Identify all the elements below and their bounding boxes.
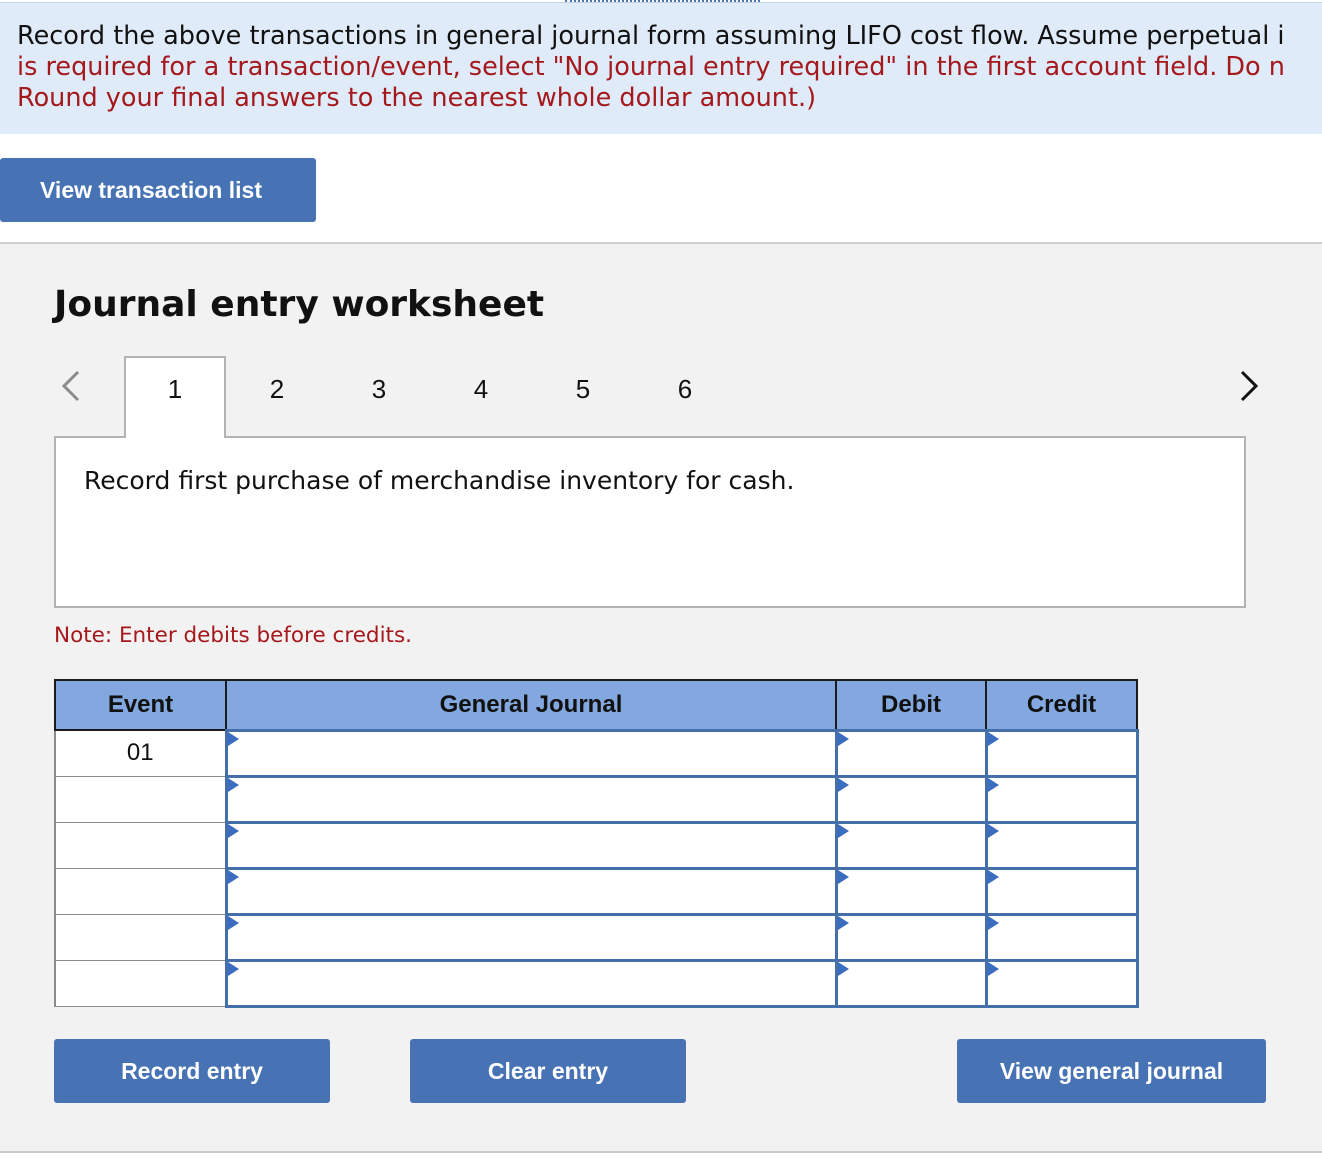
tab-3[interactable]: 3 xyxy=(359,374,399,405)
debit-field[interactable] xyxy=(837,869,985,913)
credit-field[interactable] xyxy=(987,777,1136,821)
chevron-right-icon[interactable] xyxy=(1234,368,1264,404)
debit-cell[interactable] xyxy=(834,820,988,870)
event-cell xyxy=(54,775,227,823)
debit-cell[interactable] xyxy=(834,912,988,962)
debit-field[interactable] xyxy=(837,777,985,821)
credit-cell[interactable] xyxy=(984,912,1139,962)
credit-field[interactable] xyxy=(987,869,1136,913)
event-cell xyxy=(54,867,227,915)
account-field[interactable] xyxy=(227,961,835,1005)
debit-field[interactable] xyxy=(837,731,985,775)
account-field[interactable] xyxy=(227,777,835,821)
credit-cell[interactable] xyxy=(984,958,1139,1008)
account-field[interactable] xyxy=(227,915,835,959)
dropdown-flag-icon xyxy=(987,961,999,976)
dropdown-flag-icon xyxy=(987,777,999,792)
tab-6[interactable]: 6 xyxy=(665,374,705,405)
header-event: Event xyxy=(54,679,227,731)
dropdown-flag-icon xyxy=(227,777,239,792)
dropdown-flag-icon xyxy=(987,869,999,884)
credit-field[interactable] xyxy=(987,731,1136,775)
record-entry-button[interactable]: Record entry xyxy=(54,1039,330,1103)
tab-2[interactable]: 2 xyxy=(257,374,297,405)
dropdown-flag-icon xyxy=(837,915,849,930)
debit-credit-note: Note: Enter debits before credits. xyxy=(54,623,413,648)
debit-field[interactable] xyxy=(837,961,985,1005)
transaction-description-box: Record first purchase of merchandise inv… xyxy=(54,436,1246,608)
header-credit: Credit xyxy=(985,679,1138,731)
credit-field[interactable] xyxy=(987,823,1136,867)
dropdown-flag-icon xyxy=(227,869,239,884)
dropdown-flag-icon xyxy=(837,731,849,746)
header-debit: Debit xyxy=(835,679,987,731)
bottom-divider xyxy=(0,1151,1322,1153)
clear-entry-button[interactable]: Clear entry xyxy=(410,1039,686,1103)
debit-field[interactable] xyxy=(837,915,985,959)
table-row xyxy=(54,820,1139,870)
debit-cell[interactable] xyxy=(834,866,988,916)
dropdown-flag-icon xyxy=(837,823,849,838)
account-cell[interactable] xyxy=(224,866,838,916)
event-cell xyxy=(54,913,227,961)
transaction-description: Record first purchase of merchandise inv… xyxy=(84,466,795,495)
journal-entry-worksheet: Journal entry worksheet 1 2 3 4 5 6 Reco… xyxy=(0,244,1322,1152)
credit-field[interactable] xyxy=(987,915,1136,959)
dropdown-flag-icon xyxy=(227,961,239,976)
journal-header-row: Event General Journal Debit Credit xyxy=(54,679,1138,731)
event-cell: 01 xyxy=(54,729,227,777)
instructions-panel: Record the above transactions in general… xyxy=(0,2,1322,134)
dropdown-flag-icon xyxy=(987,731,999,746)
table-row xyxy=(54,958,1139,1008)
account-cell[interactable] xyxy=(224,728,838,778)
credit-field[interactable] xyxy=(987,961,1136,1005)
debit-field[interactable] xyxy=(837,823,985,867)
instructions-line-1: Record the above transactions in general… xyxy=(17,21,1285,51)
instructions-line-3: Round your final answers to the nearest … xyxy=(17,83,817,113)
account-field[interactable] xyxy=(227,823,835,867)
table-row xyxy=(54,912,1139,962)
credit-cell[interactable] xyxy=(984,774,1139,824)
dropdown-flag-icon xyxy=(227,915,239,930)
dropdown-flag-icon xyxy=(837,961,849,976)
tab-4[interactable]: 4 xyxy=(461,374,501,405)
account-cell[interactable] xyxy=(224,774,838,824)
worksheet-title: Journal entry worksheet xyxy=(54,284,545,325)
debit-cell[interactable] xyxy=(834,728,988,778)
dropdown-flag-icon xyxy=(837,777,849,792)
account-cell[interactable] xyxy=(224,912,838,962)
account-field[interactable] xyxy=(227,869,835,913)
tab-5[interactable]: 5 xyxy=(563,374,603,405)
event-cell xyxy=(54,821,227,869)
dropdown-flag-icon xyxy=(227,731,239,746)
account-cell[interactable] xyxy=(224,958,838,1008)
table-row: 01 xyxy=(54,728,1139,778)
header-general-journal: General Journal xyxy=(225,679,837,731)
credit-cell[interactable] xyxy=(984,866,1139,916)
dropdown-flag-icon xyxy=(837,869,849,884)
credit-cell[interactable] xyxy=(984,820,1139,870)
dropdown-flag-icon xyxy=(227,823,239,838)
event-cell xyxy=(54,959,227,1007)
table-row xyxy=(54,774,1139,824)
account-cell[interactable] xyxy=(224,820,838,870)
dropdown-flag-icon xyxy=(987,915,999,930)
view-transaction-list-button[interactable]: View transaction list xyxy=(0,158,316,222)
chevron-left-icon[interactable] xyxy=(56,368,86,404)
instructions-line-2: is required for a transaction/event, sel… xyxy=(17,52,1285,82)
tab-1[interactable]: 1 xyxy=(155,374,195,405)
view-general-journal-button[interactable]: View general journal xyxy=(957,1039,1266,1103)
debit-cell[interactable] xyxy=(834,958,988,1008)
debit-cell[interactable] xyxy=(834,774,988,824)
account-field[interactable] xyxy=(227,731,835,775)
table-row xyxy=(54,866,1139,916)
credit-cell[interactable] xyxy=(984,728,1139,778)
dropdown-flag-icon xyxy=(987,823,999,838)
journal-table: Event General Journal Debit Credit 01 xyxy=(54,679,1139,1008)
